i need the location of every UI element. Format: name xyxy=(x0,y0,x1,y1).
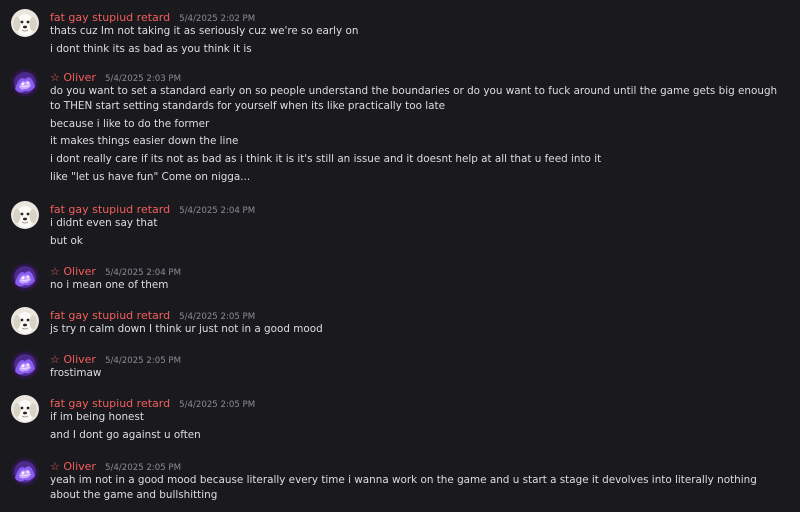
purple-fire-avatar-icon[interactable] xyxy=(11,69,39,97)
message-text: because i like to do the former xyxy=(50,117,210,130)
timestamp: 5/4/2025 2:05 PM xyxy=(179,312,256,322)
message-lines: i didnt even say that but ok xyxy=(50,216,790,251)
username[interactable]: fat gay stupiud retard xyxy=(50,397,170,410)
message-text: no i mean one of them xyxy=(50,279,169,291)
dog-avatar-icon[interactable] xyxy=(11,9,39,37)
message-lines: if im being honest and I dont go against… xyxy=(50,410,790,445)
chat-message-list[interactable]: fat gay stupiud retard 5/4/2025 2:02 PM … xyxy=(0,0,800,512)
message-text: frostimaw xyxy=(50,367,102,379)
username[interactable]: ☆ Oliver xyxy=(50,353,96,366)
username[interactable]: ☆ Oliver xyxy=(50,71,96,84)
timestamp: 5/4/2025 2:05 PM xyxy=(179,400,256,410)
message-text: but ok xyxy=(50,234,83,247)
message-header: ☆ Oliver 5/4/2025 2:03 PM xyxy=(50,68,181,84)
message-header: fat gay stupiud retard 5/4/2025 2:05 PM xyxy=(50,306,255,322)
message-lines: thats cuz Im not taking it as seriously … xyxy=(50,24,790,59)
message-text: like "let us have fun" Come on nigga... xyxy=(50,170,251,183)
username[interactable]: ☆ Oliver xyxy=(50,460,96,473)
message-text: yeah im not in a good mood because liter… xyxy=(50,474,757,501)
message-text: if im being honest xyxy=(50,411,144,423)
message-text: do you want to set a standard early on s… xyxy=(50,85,778,112)
username[interactable]: ☆ Oliver xyxy=(50,265,96,278)
message-text: it makes things easier down the line xyxy=(50,135,239,148)
username[interactable]: fat gay stupiud retard xyxy=(50,203,170,216)
message-text: i didnt even say that xyxy=(50,217,158,229)
timestamp: 5/4/2025 2:05 PM xyxy=(105,356,181,366)
username[interactable]: fat gay stupiud retard xyxy=(50,309,170,322)
message-lines: yeah im not in a good mood because liter… xyxy=(50,473,790,503)
timestamp: 5/4/2025 2:04 PM xyxy=(105,268,181,278)
purple-fire-avatar-icon[interactable] xyxy=(11,458,39,486)
timestamp: 5/4/2025 2:03 PM xyxy=(105,74,181,84)
message-text: i dont think its as bad as you think it … xyxy=(50,42,252,55)
message-lines: do you want to set a standard early on s… xyxy=(50,84,790,187)
purple-fire-avatar-icon[interactable] xyxy=(11,263,39,291)
message-header: ☆ Oliver 5/4/2025 2:04 PM xyxy=(50,262,181,278)
message-text: and I dont go against u often xyxy=(50,428,201,441)
message-header: ☆ Oliver 5/4/2025 2:05 PM xyxy=(50,350,181,366)
message-header: fat gay stupiud retard 5/4/2025 2:02 PM xyxy=(50,8,255,24)
message-header: fat gay stupiud retard 5/4/2025 2:04 PM xyxy=(50,200,255,216)
purple-fire-avatar-icon[interactable] xyxy=(11,351,39,379)
message-lines: js try n calm down I think ur just not i… xyxy=(50,322,790,337)
dog-avatar-icon[interactable] xyxy=(11,201,39,229)
message-text: js try n calm down I think ur just not i… xyxy=(50,323,323,335)
timestamp: 5/4/2025 2:02 PM xyxy=(179,14,256,24)
message-header: fat gay stupiud retard 5/4/2025 2:05 PM xyxy=(50,394,255,410)
message-lines: no i mean one of them xyxy=(50,278,790,293)
username[interactable]: fat gay stupiud retard xyxy=(50,11,170,24)
dog-avatar-icon[interactable] xyxy=(11,395,39,423)
message-header: ☆ Oliver 5/4/2025 2:05 PM xyxy=(50,457,181,473)
message-text: i dont really care if its not as bad as … xyxy=(50,153,602,166)
message-lines: frostimaw xyxy=(50,366,790,381)
timestamp: 5/4/2025 2:05 PM xyxy=(105,463,181,473)
timestamp: 5/4/2025 2:04 PM xyxy=(179,206,256,216)
dog-avatar-icon[interactable] xyxy=(11,307,39,335)
message-text: thats cuz Im not taking it as seriously … xyxy=(50,25,359,37)
